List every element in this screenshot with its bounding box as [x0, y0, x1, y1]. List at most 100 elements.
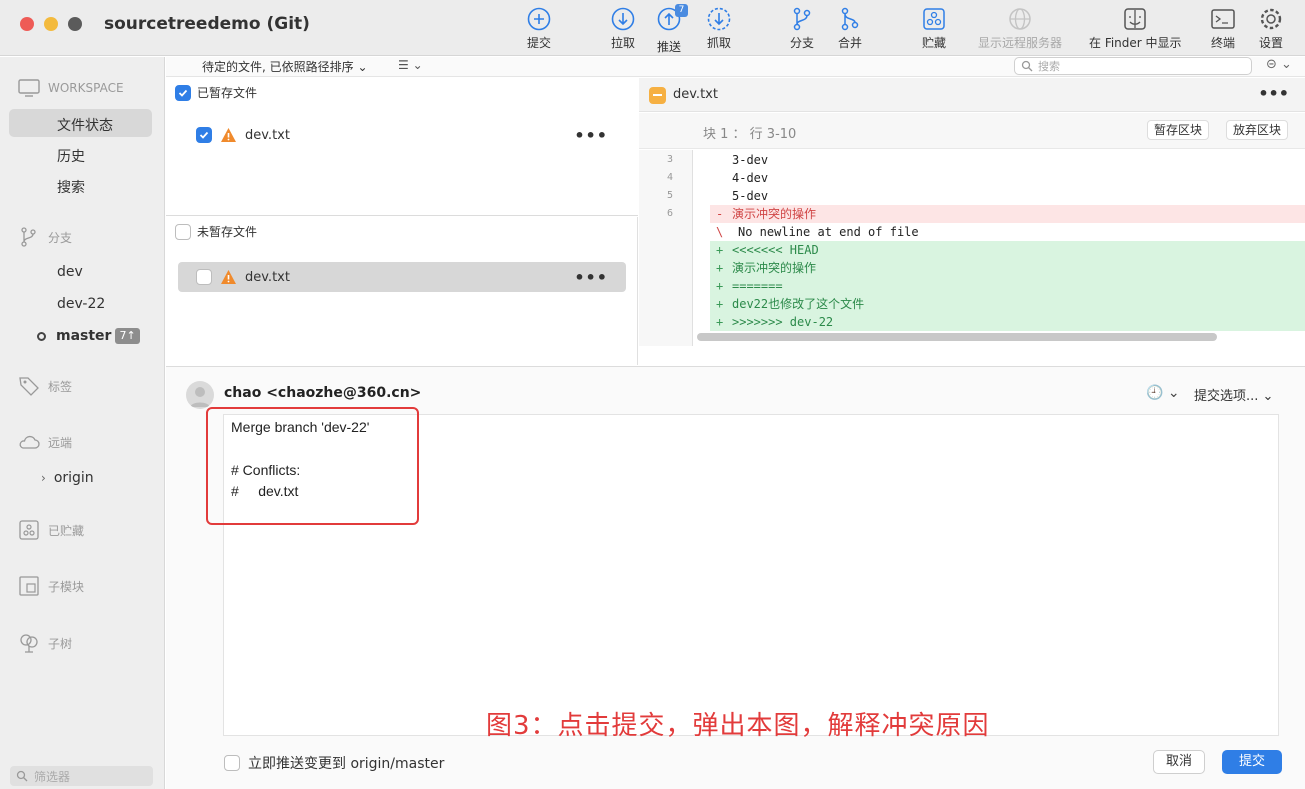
show-in-finder-toolbar-button[interactable]: 在 Finder 中显示: [1089, 6, 1182, 54]
more-options-icon[interactable]: •••: [574, 126, 608, 145]
discard-hunk-button[interactable]: 放弃区块: [1226, 120, 1289, 140]
diff-line-add: + >>>>>>> dev-22: [710, 313, 1305, 331]
file-checkbox[interactable]: [196, 269, 212, 285]
search-input[interactable]: 搜索: [1014, 57, 1252, 75]
diff-line-ctx: 3 3-dev: [639, 151, 1305, 169]
minimize-window-button[interactable]: [44, 17, 58, 31]
branch-icon: [21, 227, 36, 247]
unstaged-files-panel: 未暂存文件 dev.txt •••: [166, 217, 638, 365]
sidebar-tags-header[interactable]: 标签: [18, 375, 72, 397]
push-immediately-label: 立即推送变更到 origin/master: [248, 756, 445, 772]
diff-sign: \: [716, 225, 724, 239]
annotation-text: 图3：点击提交，弹出本图，解释冲突原因: [486, 711, 990, 741]
options-menu-icon[interactable]: ⊝ ⌄: [1266, 57, 1292, 72]
diff-sign: -: [716, 207, 724, 221]
push-toolbar-button[interactable]: 7 推送: [656, 4, 688, 54]
sidebar-remote-origin[interactable]: › origin: [41, 470, 94, 486]
window-title: sourcetreedemo (Git): [104, 14, 310, 34]
submodule-icon: [19, 576, 39, 596]
unstaged-title: 未暂存文件: [197, 225, 258, 239]
list-view-icon[interactable]: ☰ ⌄: [398, 58, 423, 72]
branch-toolbar-button[interactable]: 分支: [789, 6, 815, 54]
zoom-window-button[interactable]: [68, 17, 82, 31]
sidebar-stashes-header[interactable]: 已贮藏: [18, 519, 84, 541]
sidebar-branch-master[interactable]: master 7↑: [37, 328, 140, 344]
pull-toolbar-button[interactable]: 拉取: [610, 6, 636, 54]
commit-toolbar-button[interactable]: 提交: [526, 6, 552, 54]
staged-header: 已暂存文件: [175, 84, 257, 101]
stage-all-checkbox[interactable]: [175, 84, 191, 101]
diff-text: 5-dev: [732, 189, 769, 203]
push-immediately-option[interactable]: 立即推送变更到 origin/master: [224, 753, 444, 773]
close-window-button[interactable]: [20, 17, 34, 31]
staged-title: 已暂存文件: [197, 86, 258, 100]
more-options-icon[interactable]: •••: [574, 268, 608, 287]
sidebar-branch-dev-22[interactable]: dev-22: [57, 296, 105, 312]
diff-file-name: dev.txt: [673, 87, 718, 102]
commit-plus-icon: [527, 7, 551, 31]
unstaged-file-row[interactable]: dev.txt •••: [178, 262, 626, 292]
chevron-right-icon: ›: [41, 471, 46, 485]
diff-text: 演示冲突的操作: [732, 207, 817, 221]
commit-button[interactable]: 提交: [1222, 750, 1282, 774]
origin-label: origin: [53, 470, 94, 486]
sidebar-branches-header[interactable]: 分支: [18, 226, 72, 248]
diff-sign: +: [716, 315, 724, 329]
file-checkbox[interactable]: [196, 127, 212, 143]
toolbar-label: 贮藏: [921, 36, 946, 50]
more-options-icon[interactable]: •••: [1258, 84, 1289, 103]
sidebar-remotes-header[interactable]: 远端: [18, 431, 72, 453]
cancel-button[interactable]: 取消: [1153, 750, 1205, 774]
stash-icon: [923, 8, 945, 30]
show-remote-toolbar-button[interactable]: 显示远程服务器: [978, 6, 1062, 54]
diff-text: No newline at end of file: [738, 225, 919, 239]
diff-sign: +: [716, 297, 724, 311]
file-modified-icon: [649, 87, 666, 104]
search-icon: [1021, 60, 1033, 72]
current-branch-icon: [37, 331, 46, 341]
toolbar-label: 设置: [1258, 36, 1283, 50]
diff-line-ctx: 5 5-dev: [639, 187, 1305, 205]
pull-down-icon: [611, 7, 635, 31]
fetch-icon: [707, 7, 731, 31]
stashes-label: 已贮藏: [48, 523, 85, 538]
sidebar-branch-dev[interactable]: dev: [57, 264, 83, 280]
diff-line-add: + dev22也修改了这个文件: [710, 295, 1305, 313]
fetch-toolbar-button[interactable]: 抓取: [706, 6, 732, 54]
conflict-warning-icon: [221, 270, 236, 284]
commit-area: chao <chaozhe@360.cn> 🕘 ⌄ 提交选项... ⌄ Merg…: [166, 366, 1305, 789]
toolbar-label: 推送: [656, 40, 681, 54]
sidebar-item-history[interactable]: 历史: [57, 146, 85, 166]
subtrees-label: 子树: [48, 636, 73, 651]
commit-options-dropdown[interactable]: 提交选项... ⌄: [1194, 385, 1273, 404]
push-count-badge: 7: [675, 4, 688, 17]
finder-icon: [1124, 8, 1147, 30]
stage-hunk-button[interactable]: 暂存区块: [1147, 120, 1210, 140]
settings-toolbar-button[interactable]: 设置: [1258, 6, 1284, 54]
file-name: dev.txt: [245, 127, 290, 143]
diff-line-ctx: 4 4-dev: [639, 169, 1305, 187]
diff-text: 演示冲突的操作: [732, 261, 817, 275]
sidebar-filter-input[interactable]: 筛选器: [10, 766, 153, 786]
merge-toolbar-button[interactable]: 合并: [837, 6, 863, 54]
sort-dropdown[interactable]: 待定的文件, 已依照路径排序 ⌄: [202, 58, 368, 75]
hunk-header: 块 1 ： 行 3-10 暂存区块 放弃区块: [639, 113, 1305, 149]
conflict-warning-icon: [221, 128, 236, 142]
push-immediately-checkbox[interactable]: [224, 755, 240, 771]
sort-label: 待定的文件, 已依照路径排序: [202, 60, 354, 74]
staged-files-panel: 已暂存文件 dev.txt •••: [166, 78, 638, 216]
staged-file-row[interactable]: dev.txt •••: [178, 120, 626, 150]
terminal-toolbar-button[interactable]: 终端: [1210, 6, 1236, 54]
horizontal-scrollbar[interactable]: [697, 333, 1217, 341]
tag-icon: [19, 377, 39, 396]
sidebar-item-search[interactable]: 搜索: [57, 177, 85, 197]
file-sort-bar: 待定的文件, 已依照路径排序 ⌄ ☰ ⌄ 搜索 ⊝ ⌄: [166, 57, 1305, 77]
stash-toolbar-button[interactable]: 贮藏: [921, 6, 947, 54]
diff-sign: +: [716, 261, 724, 275]
sidebar-item-file-status[interactable]: 文件状态: [57, 115, 113, 135]
history-clock-icon[interactable]: 🕘 ⌄: [1146, 385, 1180, 401]
diff-text: =======: [732, 279, 783, 293]
stage-all-unstaged-checkbox[interactable]: [175, 223, 191, 240]
sidebar-subtrees-header[interactable]: 子树: [18, 632, 72, 654]
sidebar-submodules-header[interactable]: 子模块: [18, 575, 84, 597]
